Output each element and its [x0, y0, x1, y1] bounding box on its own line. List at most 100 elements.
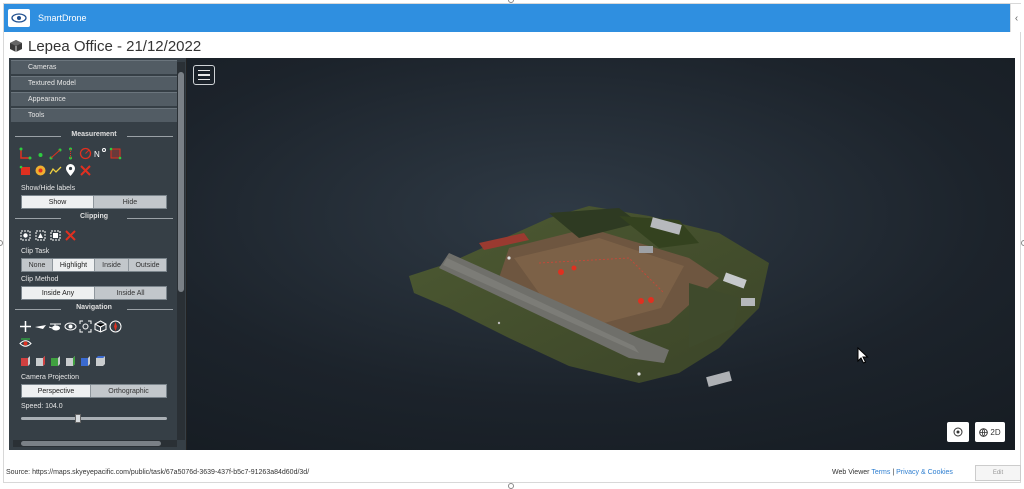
accordion-appearance[interactable]: Appearance	[11, 92, 177, 106]
labels-hide-button[interactable]: Hide	[94, 196, 166, 208]
view-front-button[interactable]	[49, 355, 62, 368]
collapse-panel-button[interactable]: ‹	[1010, 4, 1022, 32]
profile-tool[interactable]	[49, 164, 62, 177]
focus-frame-icon	[79, 320, 92, 333]
area-tool[interactable]	[109, 147, 122, 160]
navigation-tools-row-2	[19, 337, 32, 350]
view-right-cube-icon	[36, 356, 45, 366]
sidebar-horizontal-scrollbar[interactable]	[13, 440, 177, 447]
labels-toggle: Show Hide	[21, 195, 167, 209]
terms-link[interactable]: Terms	[871, 469, 890, 476]
measurement-tools-row-1: N	[19, 147, 122, 160]
azimuth-icon: N	[94, 148, 106, 159]
helicopter-icon	[49, 323, 61, 331]
orbit-controls-button[interactable]	[64, 320, 77, 333]
embed-frame: SmartDrone ‹ Lepea Office - 21/12/2022 C…	[0, 0, 1024, 489]
accordion-textured-model[interactable]: Textured Model	[11, 76, 177, 90]
clip-screen-icon	[50, 230, 61, 241]
helicopter-controls-button[interactable]	[49, 320, 62, 333]
speed-slider[interactable]	[21, 414, 167, 423]
labels-show-button[interactable]: Show	[22, 196, 94, 208]
web-viewer-label: Web Viewer	[832, 469, 870, 476]
focus-button[interactable]	[79, 320, 92, 333]
annotation-tool[interactable]	[64, 164, 77, 177]
sidebar-vertical-scrollbar[interactable]	[177, 62, 185, 440]
view-back-cube-icon	[66, 356, 75, 366]
view-bottom-button[interactable]	[94, 355, 107, 368]
measurement-tools-row-2	[19, 164, 92, 177]
chevron-left-icon: ‹	[1014, 12, 1019, 24]
camera-projection-selector: Perspective Orthographic	[21, 384, 167, 398]
eye-icon	[19, 338, 32, 347]
angle-icon	[19, 147, 32, 160]
point-tool[interactable]	[34, 147, 47, 160]
first-person-view-button[interactable]	[19, 337, 32, 350]
speed-label: Speed: 104.0	[21, 403, 63, 410]
height-tool[interactable]	[64, 147, 77, 160]
point-cloud-model[interactable]	[389, 188, 789, 398]
height-icon	[69, 147, 72, 160]
clip-task-inside-button[interactable]: Inside	[95, 259, 129, 271]
accordion-tools[interactable]: Tools	[11, 108, 177, 122]
edit-button[interactable]: Edit	[975, 465, 1021, 481]
compass-button[interactable]	[109, 320, 122, 333]
angle-tool[interactable]	[19, 147, 32, 160]
view-left-cube-icon	[21, 356, 30, 366]
circle-tool[interactable]	[79, 147, 92, 160]
orthographic-button[interactable]: Orthographic	[91, 385, 166, 397]
clip-volume-tool[interactable]	[19, 229, 32, 242]
clip-polygon-tool[interactable]	[34, 229, 47, 242]
navigation-cube-button[interactable]	[94, 320, 107, 333]
fly-controls-button[interactable]	[34, 320, 47, 333]
sphere-icon	[35, 165, 46, 176]
page-title: Lepea Office - 21/12/2022	[28, 37, 202, 55]
view-left-button[interactable]	[19, 355, 32, 368]
earth-controls-button[interactable]	[19, 320, 32, 333]
3d-viewer[interactable]: Cameras Textured Model Appearance Tools …	[9, 58, 1015, 450]
speed-slider-handle[interactable]	[75, 414, 81, 423]
view-back-button[interactable]	[64, 355, 77, 368]
app-logo[interactable]	[8, 9, 30, 27]
clip-method-selector: Inside Any Inside All	[21, 286, 167, 300]
plane-icon	[35, 325, 46, 329]
view-bottom-cube-icon	[96, 356, 105, 366]
view-right-button[interactable]	[34, 355, 47, 368]
sidebar-toggle-button[interactable]	[193, 65, 215, 85]
embed-footer: Source: https://maps.skyeyepacific.com/p…	[0, 462, 1024, 484]
distance-tool[interactable]	[49, 147, 62, 160]
clip-task-outside-button[interactable]: Outside	[129, 259, 166, 271]
zoom-extents-button[interactable]	[947, 422, 969, 442]
sphere-tool[interactable]	[34, 164, 47, 177]
navigation-tools-row-1	[19, 320, 122, 333]
toggle-2d-button[interactable]: 2D	[975, 422, 1005, 442]
privacy-link[interactable]: Privacy & Cookies	[896, 469, 953, 476]
clip-screen-tool[interactable]	[49, 229, 62, 242]
clip-task-none-button[interactable]: None	[22, 259, 53, 271]
map-pin-icon	[66, 164, 75, 176]
eye-logo-icon	[11, 13, 27, 23]
remove-clipping-button[interactable]	[64, 229, 77, 242]
view-front-cube-icon	[51, 356, 60, 366]
clip-method-inside-all-button[interactable]: Inside All	[95, 287, 166, 299]
labels-title: Show/Hide labels	[21, 185, 76, 192]
cube-icon	[10, 40, 22, 52]
globe-icon	[979, 427, 989, 437]
footer-links: Web Viewer Terms | Privacy & Cookies	[832, 469, 953, 476]
mouse-cursor-icon	[857, 347, 869, 364]
move-arrows-icon	[20, 321, 31, 332]
volume-tool[interactable]	[19, 164, 32, 177]
accordion-cameras[interactable]: Cameras	[11, 60, 177, 74]
close-icon	[80, 165, 91, 176]
remove-measurements-button[interactable]	[79, 164, 92, 177]
azimuth-tool[interactable]: N	[94, 147, 107, 160]
toggle-2d-label: 2D	[990, 427, 1001, 437]
close-icon	[65, 230, 76, 241]
menu-icon	[198, 69, 210, 72]
area-icon	[109, 147, 122, 160]
page-header: Lepea Office - 21/12/2022	[9, 36, 201, 56]
target-icon	[953, 427, 963, 437]
view-top-button[interactable]	[79, 355, 92, 368]
clip-method-inside-any-button[interactable]: Inside Any	[22, 287, 95, 299]
clip-task-highlight-button[interactable]: Highlight	[53, 259, 95, 271]
perspective-button[interactable]: Perspective	[22, 385, 92, 397]
